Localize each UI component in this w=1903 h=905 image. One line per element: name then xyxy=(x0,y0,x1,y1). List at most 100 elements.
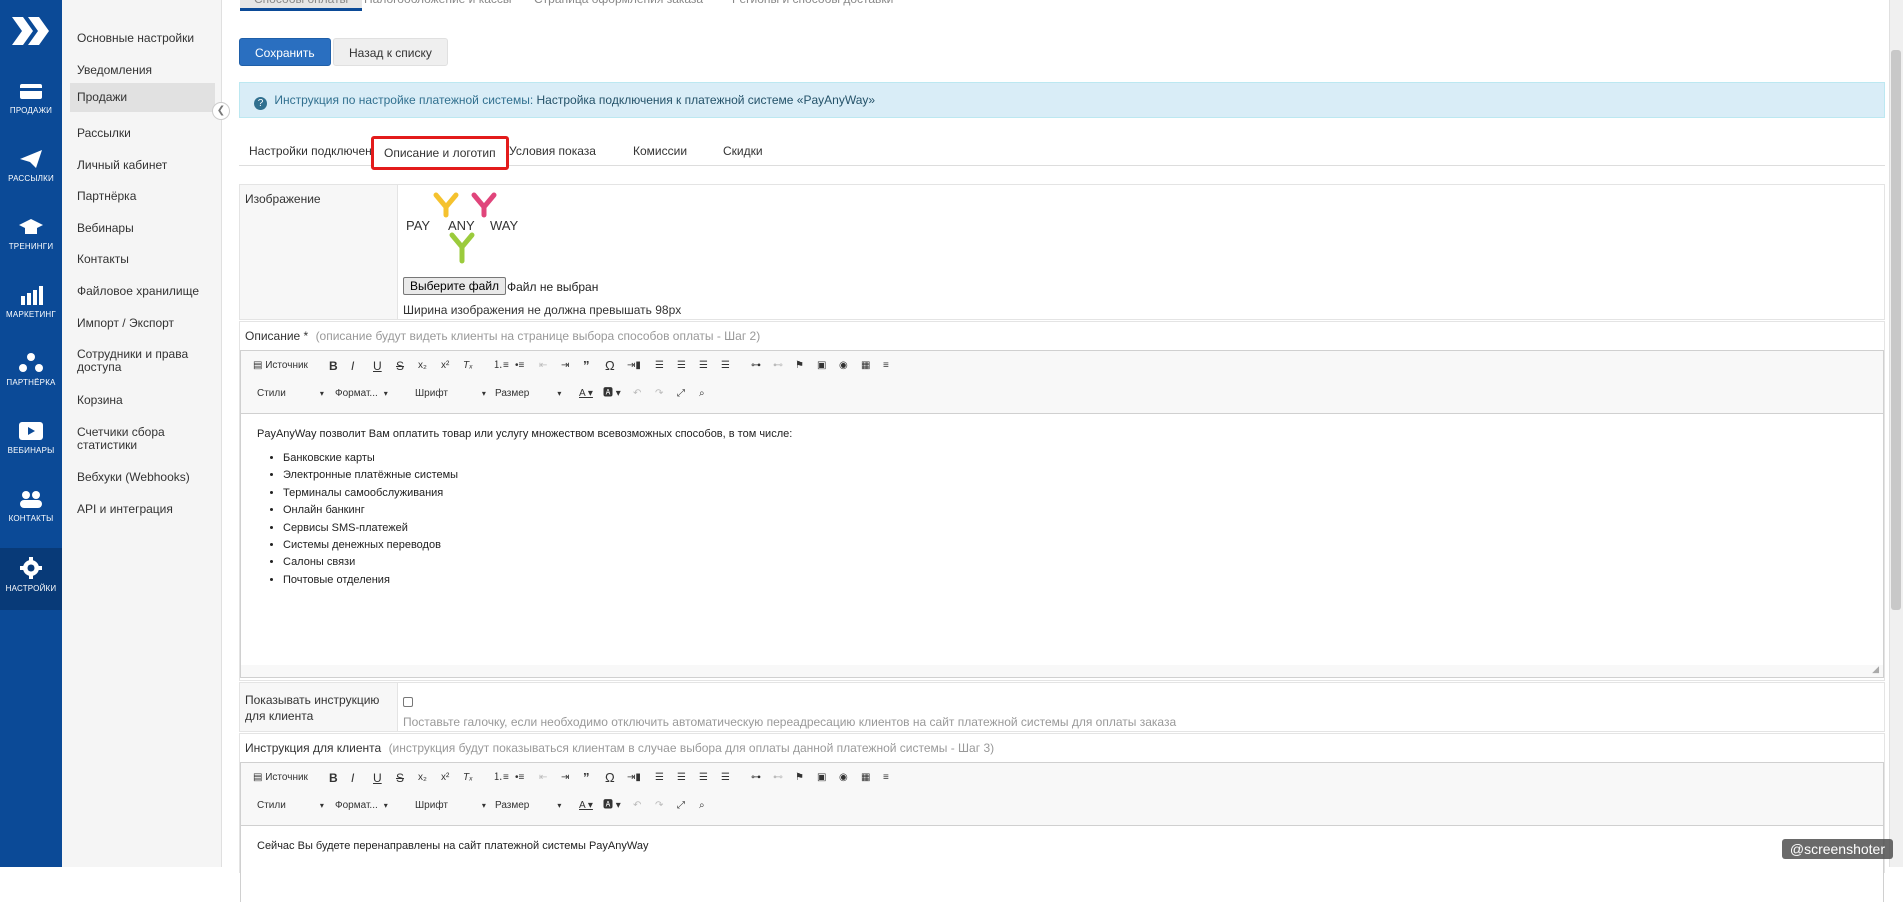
sidebar-item-sales[interactable]: Продажи xyxy=(70,83,215,112)
tab-checkout-page[interactable]: Страница оформления заказа xyxy=(520,0,717,8)
div-icon[interactable]: ⇥▮ xyxy=(627,768,641,788)
align-right-icon[interactable]: ☰ xyxy=(699,768,708,788)
size-select[interactable]: Размер xyxy=(495,796,561,816)
undo-icon[interactable]: ↶ xyxy=(633,796,641,816)
tab-discounts[interactable]: Скидки xyxy=(723,144,763,158)
link-icon[interactable]: ⊶ xyxy=(751,356,761,376)
flash-icon[interactable]: ◉ xyxy=(839,356,848,376)
italic-icon[interactable]: I xyxy=(351,356,354,376)
sidebar-item-cabinet[interactable]: Личный кабинет xyxy=(70,153,215,178)
justify-icon[interactable]: ☰ xyxy=(721,356,730,376)
text-color-icon[interactable]: A ▾ xyxy=(579,796,593,816)
align-center-icon[interactable]: ☰ xyxy=(677,768,686,788)
underline-icon[interactable]: U xyxy=(373,356,382,376)
clear-format-icon[interactable]: Tₓ xyxy=(463,356,473,376)
sidebar-item-mailings[interactable]: Рассылки xyxy=(70,121,215,146)
source-button[interactable]: ▤ Источник xyxy=(253,768,308,788)
rail-item-webinars[interactable]: ВЕБИНАРЫ xyxy=(0,412,62,474)
scrollbar[interactable] xyxy=(1889,0,1903,867)
align-left-icon[interactable]: ☰ xyxy=(655,356,664,376)
unlink-icon[interactable]: ⊷ xyxy=(773,356,783,376)
table-icon[interactable]: ▦ xyxy=(861,768,870,788)
tab-connection-settings[interactable]: Настройки подключения xyxy=(249,144,385,158)
rail-item-marketing[interactable]: МАРКЕТИНГ xyxy=(0,276,62,338)
rail-item-settings[interactable]: НАСТРОЙКИ xyxy=(0,548,62,610)
indent-icon[interactable]: ⇥ xyxy=(561,768,569,788)
tab-commissions[interactable]: Комиссии xyxy=(633,144,687,158)
font-select[interactable]: Шрифт xyxy=(415,384,486,404)
image-icon[interactable]: ▣ xyxy=(817,356,826,376)
preview-icon[interactable]: ⌕ xyxy=(699,384,705,404)
redo-icon[interactable]: ↷ xyxy=(655,384,663,404)
sidebar-item-import-export[interactable]: Импорт / Экспорт xyxy=(70,311,215,336)
styles-select[interactable]: Стили xyxy=(257,796,324,816)
undo-icon[interactable]: ↶ xyxy=(633,384,641,404)
flash-icon[interactable]: ◉ xyxy=(839,768,848,788)
unlink-icon[interactable]: ⊷ xyxy=(773,768,783,788)
bulleted-list-icon[interactable]: •≡ xyxy=(515,768,524,788)
redo-icon[interactable]: ↷ xyxy=(655,796,663,816)
subscript-icon[interactable]: x₂ xyxy=(418,768,427,788)
numbered-list-icon[interactable]: ⒈≡ xyxy=(493,768,509,788)
div-icon[interactable]: ⇥▮ xyxy=(627,356,641,376)
horizontal-line-icon[interactable]: ≡ xyxy=(883,356,889,376)
sidebar-item-partners[interactable]: Партнёрка xyxy=(70,184,215,209)
source-button[interactable]: ▤ Источник xyxy=(253,356,308,376)
text-color-icon[interactable]: A ▾ xyxy=(579,384,593,404)
subscript-icon[interactable]: x₂ xyxy=(418,356,427,376)
strikethrough-icon[interactable]: S xyxy=(396,768,404,788)
justify-icon[interactable]: ☰ xyxy=(721,768,730,788)
back-to-list-button[interactable]: Назад к списку xyxy=(333,38,448,66)
tab-taxation[interactable]: Налогообложение и кассы xyxy=(350,0,526,8)
link-icon[interactable]: ⊶ xyxy=(751,768,761,788)
align-right-icon[interactable]: ☰ xyxy=(699,356,708,376)
underline-icon[interactable]: U xyxy=(373,768,382,788)
numbered-list-icon[interactable]: ⒈≡ xyxy=(493,356,509,376)
bg-color-icon[interactable]: 🅰 ▾ xyxy=(603,384,621,404)
sidebar-item-notifications[interactable]: Уведомления xyxy=(70,58,215,83)
align-left-icon[interactable]: ☰ xyxy=(655,768,664,788)
maximize-icon[interactable]: ⤢ xyxy=(677,384,685,404)
bold-icon[interactable]: B xyxy=(329,768,338,788)
quote-icon[interactable]: ” xyxy=(583,768,590,788)
italic-icon[interactable]: I xyxy=(351,768,354,788)
scrollbar-thumb[interactable] xyxy=(1891,50,1901,610)
choose-file-button[interactable]: Выберите файл xyxy=(403,277,506,295)
tab-payment-methods[interactable]: Способы оплаты xyxy=(240,0,362,11)
anchor-icon[interactable]: ⚑ xyxy=(795,768,804,788)
bg-color-icon[interactable]: 🅰 ▾ xyxy=(603,796,621,816)
show-instruction-checkbox[interactable] xyxy=(403,697,413,707)
sidebar-item-staff[interactable]: Сотрудники и права доступа xyxy=(70,342,215,380)
sidebar-item-api[interactable]: API и интеграция xyxy=(70,497,215,522)
preview-icon[interactable]: ⌕ xyxy=(699,796,705,816)
anchor-icon[interactable]: ⚑ xyxy=(795,356,804,376)
superscript-icon[interactable]: x² xyxy=(441,356,449,376)
rail-item-partners[interactable]: ПАРТНЁРКА xyxy=(0,344,62,406)
rail-item-sales[interactable]: ПРОДАЖИ xyxy=(0,72,62,134)
sidebar-item-general[interactable]: Основные настройки xyxy=(70,26,215,51)
special-char-icon[interactable]: Ω xyxy=(605,356,615,376)
app-logo-icon[interactable] xyxy=(10,14,52,48)
font-select[interactable]: Шрифт xyxy=(415,796,486,816)
rail-item-mailings[interactable]: РАССЫЛКИ xyxy=(0,140,62,202)
strikethrough-icon[interactable]: S xyxy=(396,356,404,376)
indent-icon[interactable]: ⇥ xyxy=(561,356,569,376)
sidebar-item-webinars[interactable]: Вебинары xyxy=(70,216,215,241)
outdent-icon[interactable]: ⇤ xyxy=(539,356,547,376)
size-select[interactable]: Размер xyxy=(495,384,561,404)
rail-item-contacts[interactable]: КОНТАКТЫ xyxy=(0,480,62,542)
superscript-icon[interactable]: x² xyxy=(441,768,449,788)
sidebar-item-webhooks[interactable]: Вебхуки (Webhooks) xyxy=(70,465,215,490)
sidebar-item-contacts[interactable]: Контакты xyxy=(70,247,215,272)
tab-regions-delivery[interactable]: Регионы и способы доставки xyxy=(718,0,907,8)
clear-format-icon[interactable]: Tₓ xyxy=(463,768,473,788)
tab-description-logo[interactable]: Описание и логотип xyxy=(371,136,509,170)
format-select[interactable]: Формат... xyxy=(335,384,388,404)
image-icon[interactable]: ▣ xyxy=(817,768,826,788)
special-char-icon[interactable]: Ω xyxy=(605,768,615,788)
sidebar-item-counters[interactable]: Счетчики сбора статистики xyxy=(70,420,215,458)
instruction-text-area[interactable]: Сейчас Вы будете перенаправлены на сайт … xyxy=(241,825,1883,905)
quote-icon[interactable]: ” xyxy=(583,356,590,376)
bulleted-list-icon[interactable]: •≡ xyxy=(515,356,524,376)
table-icon[interactable]: ▦ xyxy=(861,356,870,376)
